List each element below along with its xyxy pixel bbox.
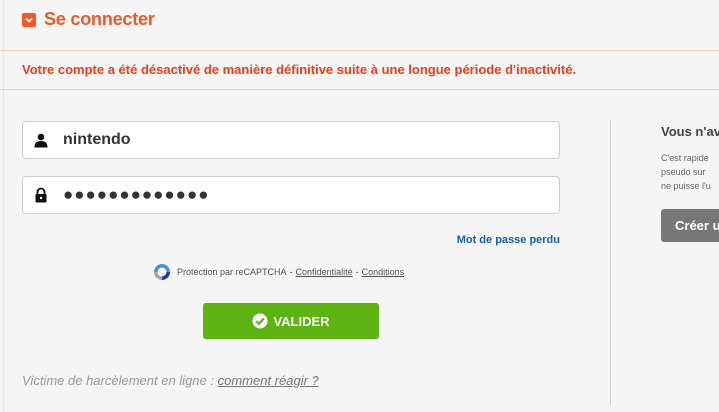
separator: - [289,267,293,277]
divider [0,50,719,51]
divider [0,89,719,90]
chevron-down-icon[interactable] [22,12,36,27]
recaptcha-icon [152,262,172,282]
submit-label: VALIDER [273,313,330,329]
signup-line: pseudo sur [661,167,706,177]
create-account-button[interactable]: Créer u [661,209,719,242]
harassment-text: Victime de harcèlement en ligne : [22,373,214,388]
recaptcha-text: Protection par reCAPTCHA [177,267,287,277]
alert-message: Votre compte a été désactivé de manière … [22,62,577,77]
signup-line: C'est rapide [661,153,709,163]
check-circle-icon [252,313,268,329]
username-field[interactable]: nintendo [22,121,560,159]
harassment-link[interactable]: comment réagir ? [218,373,319,388]
privacy-link[interactable]: Confidentialité [296,267,353,277]
signup-description: C'est rapide pseudo sur ne puisse l'u [661,151,711,193]
harassment-notice: Victime de harcèlement en ligne : commen… [22,373,319,388]
password-field[interactable]: ●●●●●●●●●●●●● [22,176,560,214]
submit-button[interactable]: VALIDER [203,303,379,339]
password-value[interactable]: ●●●●●●●●●●●●● [63,185,210,205]
left-border [3,0,4,412]
separator: - [355,267,359,277]
signup-line: ne puisse l'u [661,181,711,191]
username-value[interactable]: nintendo [63,131,131,149]
section-header: Se connecter [22,9,155,30]
lock-icon [33,187,49,203]
recaptcha-notice: Protection par reCAPTCHA - Confidentiali… [152,262,404,282]
column-divider [610,120,611,405]
signup-title: Vous n'av [661,124,719,139]
terms-link[interactable]: Conditions [362,267,405,277]
page-title: Se connecter [44,9,155,29]
forgot-password-link[interactable]: Mot de passe perdu [457,234,560,246]
user-icon [33,132,49,148]
